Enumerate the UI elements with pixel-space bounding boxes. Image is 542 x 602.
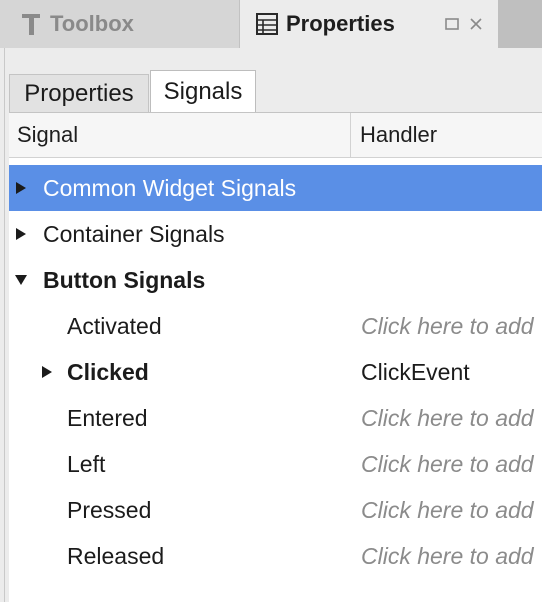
dock-tab-properties-label: Properties xyxy=(286,11,395,36)
column-header-signal[interactable]: Signal xyxy=(9,113,351,157)
tree-row-left[interactable]: Left Click here to add xyxy=(9,441,542,487)
tab-signals-label: Signals xyxy=(163,77,243,105)
tree-row-clicked[interactable]: Clicked ClickEvent xyxy=(9,349,542,395)
handler-placeholder[interactable]: Click here to add xyxy=(361,441,534,487)
column-header-handler-label: Handler xyxy=(360,122,438,147)
property-list-icon xyxy=(256,13,278,35)
column-header-signal-label: Signal xyxy=(17,122,79,147)
tree-row-label: Button Signals xyxy=(43,266,206,293)
tree-row-label: Left xyxy=(67,450,106,477)
tree-row-released[interactable]: Released Click here to add xyxy=(9,533,542,579)
close-icon[interactable] xyxy=(468,16,484,32)
column-header-handler[interactable]: Handler xyxy=(352,113,437,157)
tab-properties[interactable]: Properties xyxy=(9,74,149,112)
expand-arrow-icon[interactable] xyxy=(13,211,29,257)
properties-panel: Properties Signals Signal Handler Common… xyxy=(0,48,542,602)
tree-row-label: Common Widget Signals xyxy=(43,174,297,201)
handler-placeholder[interactable]: Click here to add xyxy=(361,487,534,533)
dock-strip-filler xyxy=(498,0,542,48)
handler-placeholder[interactable]: Click here to add xyxy=(361,395,534,441)
tab-signals[interactable]: Signals xyxy=(150,70,256,112)
tree-row-label: Entered xyxy=(67,404,148,431)
tree-row-button-signals[interactable]: Button Signals xyxy=(9,257,542,303)
tree-row-pressed[interactable]: Pressed Click here to add xyxy=(9,487,542,533)
tree-row-label: Released xyxy=(67,542,165,569)
handler-placeholder[interactable]: Click here to add xyxy=(361,303,534,349)
expand-arrow-icon[interactable] xyxy=(39,349,55,395)
maximize-icon[interactable] xyxy=(444,16,460,32)
tree-row-label: Clicked xyxy=(67,358,149,385)
dock-tab-properties[interactable]: Properties xyxy=(240,0,498,48)
tab-properties-label: Properties xyxy=(24,79,134,107)
dock-tab-toolbox[interactable]: Toolbox xyxy=(0,0,240,48)
tree-row-common-widget-signals[interactable]: Common Widget Signals xyxy=(9,165,542,211)
tree-row-entered[interactable]: Entered Click here to add xyxy=(9,395,542,441)
collapse-arrow-icon[interactable] xyxy=(13,257,29,303)
tree-row-container-signals[interactable]: Container Signals xyxy=(9,211,542,257)
signals-tree[interactable]: Signal Handler Common Widget Signals Con… xyxy=(9,112,542,602)
tree-row-label: Activated xyxy=(67,312,162,339)
tree-row-label: Container Signals xyxy=(43,220,225,247)
tree-row-activated[interactable]: Activated Click here to add xyxy=(9,303,542,349)
column-header: Signal Handler xyxy=(9,113,542,158)
handler-value[interactable]: ClickEvent xyxy=(361,349,470,395)
handler-placeholder[interactable]: Click here to add xyxy=(361,533,534,579)
expand-arrow-icon[interactable] xyxy=(13,165,29,211)
tree-row-label: Pressed xyxy=(67,496,152,523)
dock-tab-strip: Toolbox Properties xyxy=(0,0,542,48)
dock-tab-toolbox-label: Toolbox xyxy=(50,11,134,36)
panel-frame: Properties Signals Signal Handler Common… xyxy=(4,48,542,602)
hammer-icon xyxy=(22,14,40,35)
